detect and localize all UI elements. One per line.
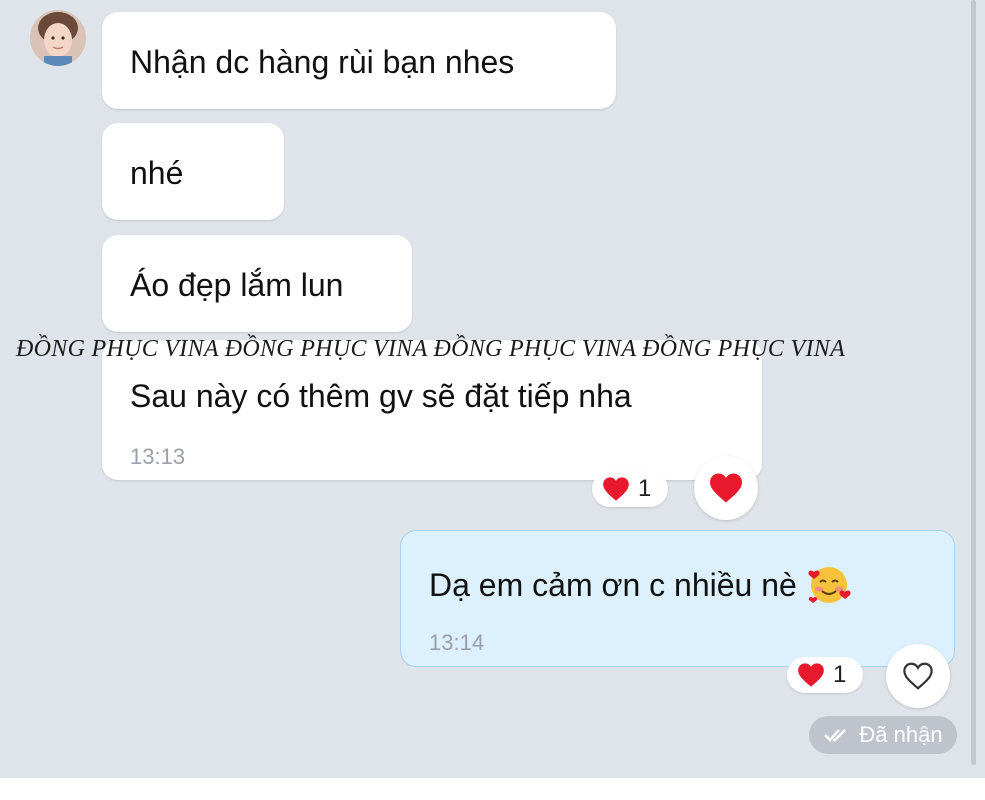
react-button[interactable] [694, 456, 758, 520]
heart-outline-icon [903, 662, 933, 690]
message-bubble-outgoing[interactable]: Dạ em cảm ơn c nhiều nè 13:14 [400, 530, 955, 667]
delivery-status-badge: Đã nhận [809, 716, 957, 754]
bottom-strip [0, 778, 985, 800]
message-bubble-incoming[interactable]: Nhận dc hàng rùi bạn nhes [102, 12, 616, 109]
heart-icon [603, 477, 629, 501]
reaction-count-pill[interactable]: 1 [592, 471, 668, 507]
message-time: 13:13 [130, 444, 186, 469]
heart-icon [710, 473, 742, 503]
reaction-count: 1 [833, 661, 847, 688]
message-text: Sau này có thêm gv sẽ đặt tiếp nha [130, 378, 632, 414]
message-text: Nhận dc hàng rùi bạn nhes [130, 44, 515, 80]
heart-icon [798, 663, 824, 687]
message-bubble-incoming[interactable]: nhé [102, 123, 284, 220]
reaction-count: 1 [638, 475, 652, 502]
avatar[interactable] [30, 10, 86, 66]
message-text: Áo đẹp lắm lun [130, 267, 344, 303]
message-text: nhé [130, 155, 184, 191]
react-button[interactable] [886, 644, 950, 708]
double-check-icon [824, 729, 847, 742]
delivery-status-text: Đã nhận [859, 722, 943, 747]
message-bubble-incoming[interactable]: Áo đẹp lắm lun [102, 235, 412, 332]
reaction-count-pill[interactable]: 1 [787, 657, 863, 693]
scrollbar[interactable] [971, 0, 976, 765]
message-text: Dạ em cảm ơn c nhiều nè [429, 565, 853, 610]
smiling-face-with-hearts-icon [808, 566, 851, 603]
message-time: 13:14 [429, 630, 485, 655]
message-text-content: Dạ em cảm ơn c nhiều nè [429, 567, 797, 603]
chat-area[interactable]: Nhận dc hàng rùi bạn nhes nhé Áo đẹp lắm… [0, 0, 985, 778]
watermark: ĐỒNG PHỤC VINA ĐỒNG PHỤC VINA ĐỒNG PHỤC … [16, 336, 846, 362]
